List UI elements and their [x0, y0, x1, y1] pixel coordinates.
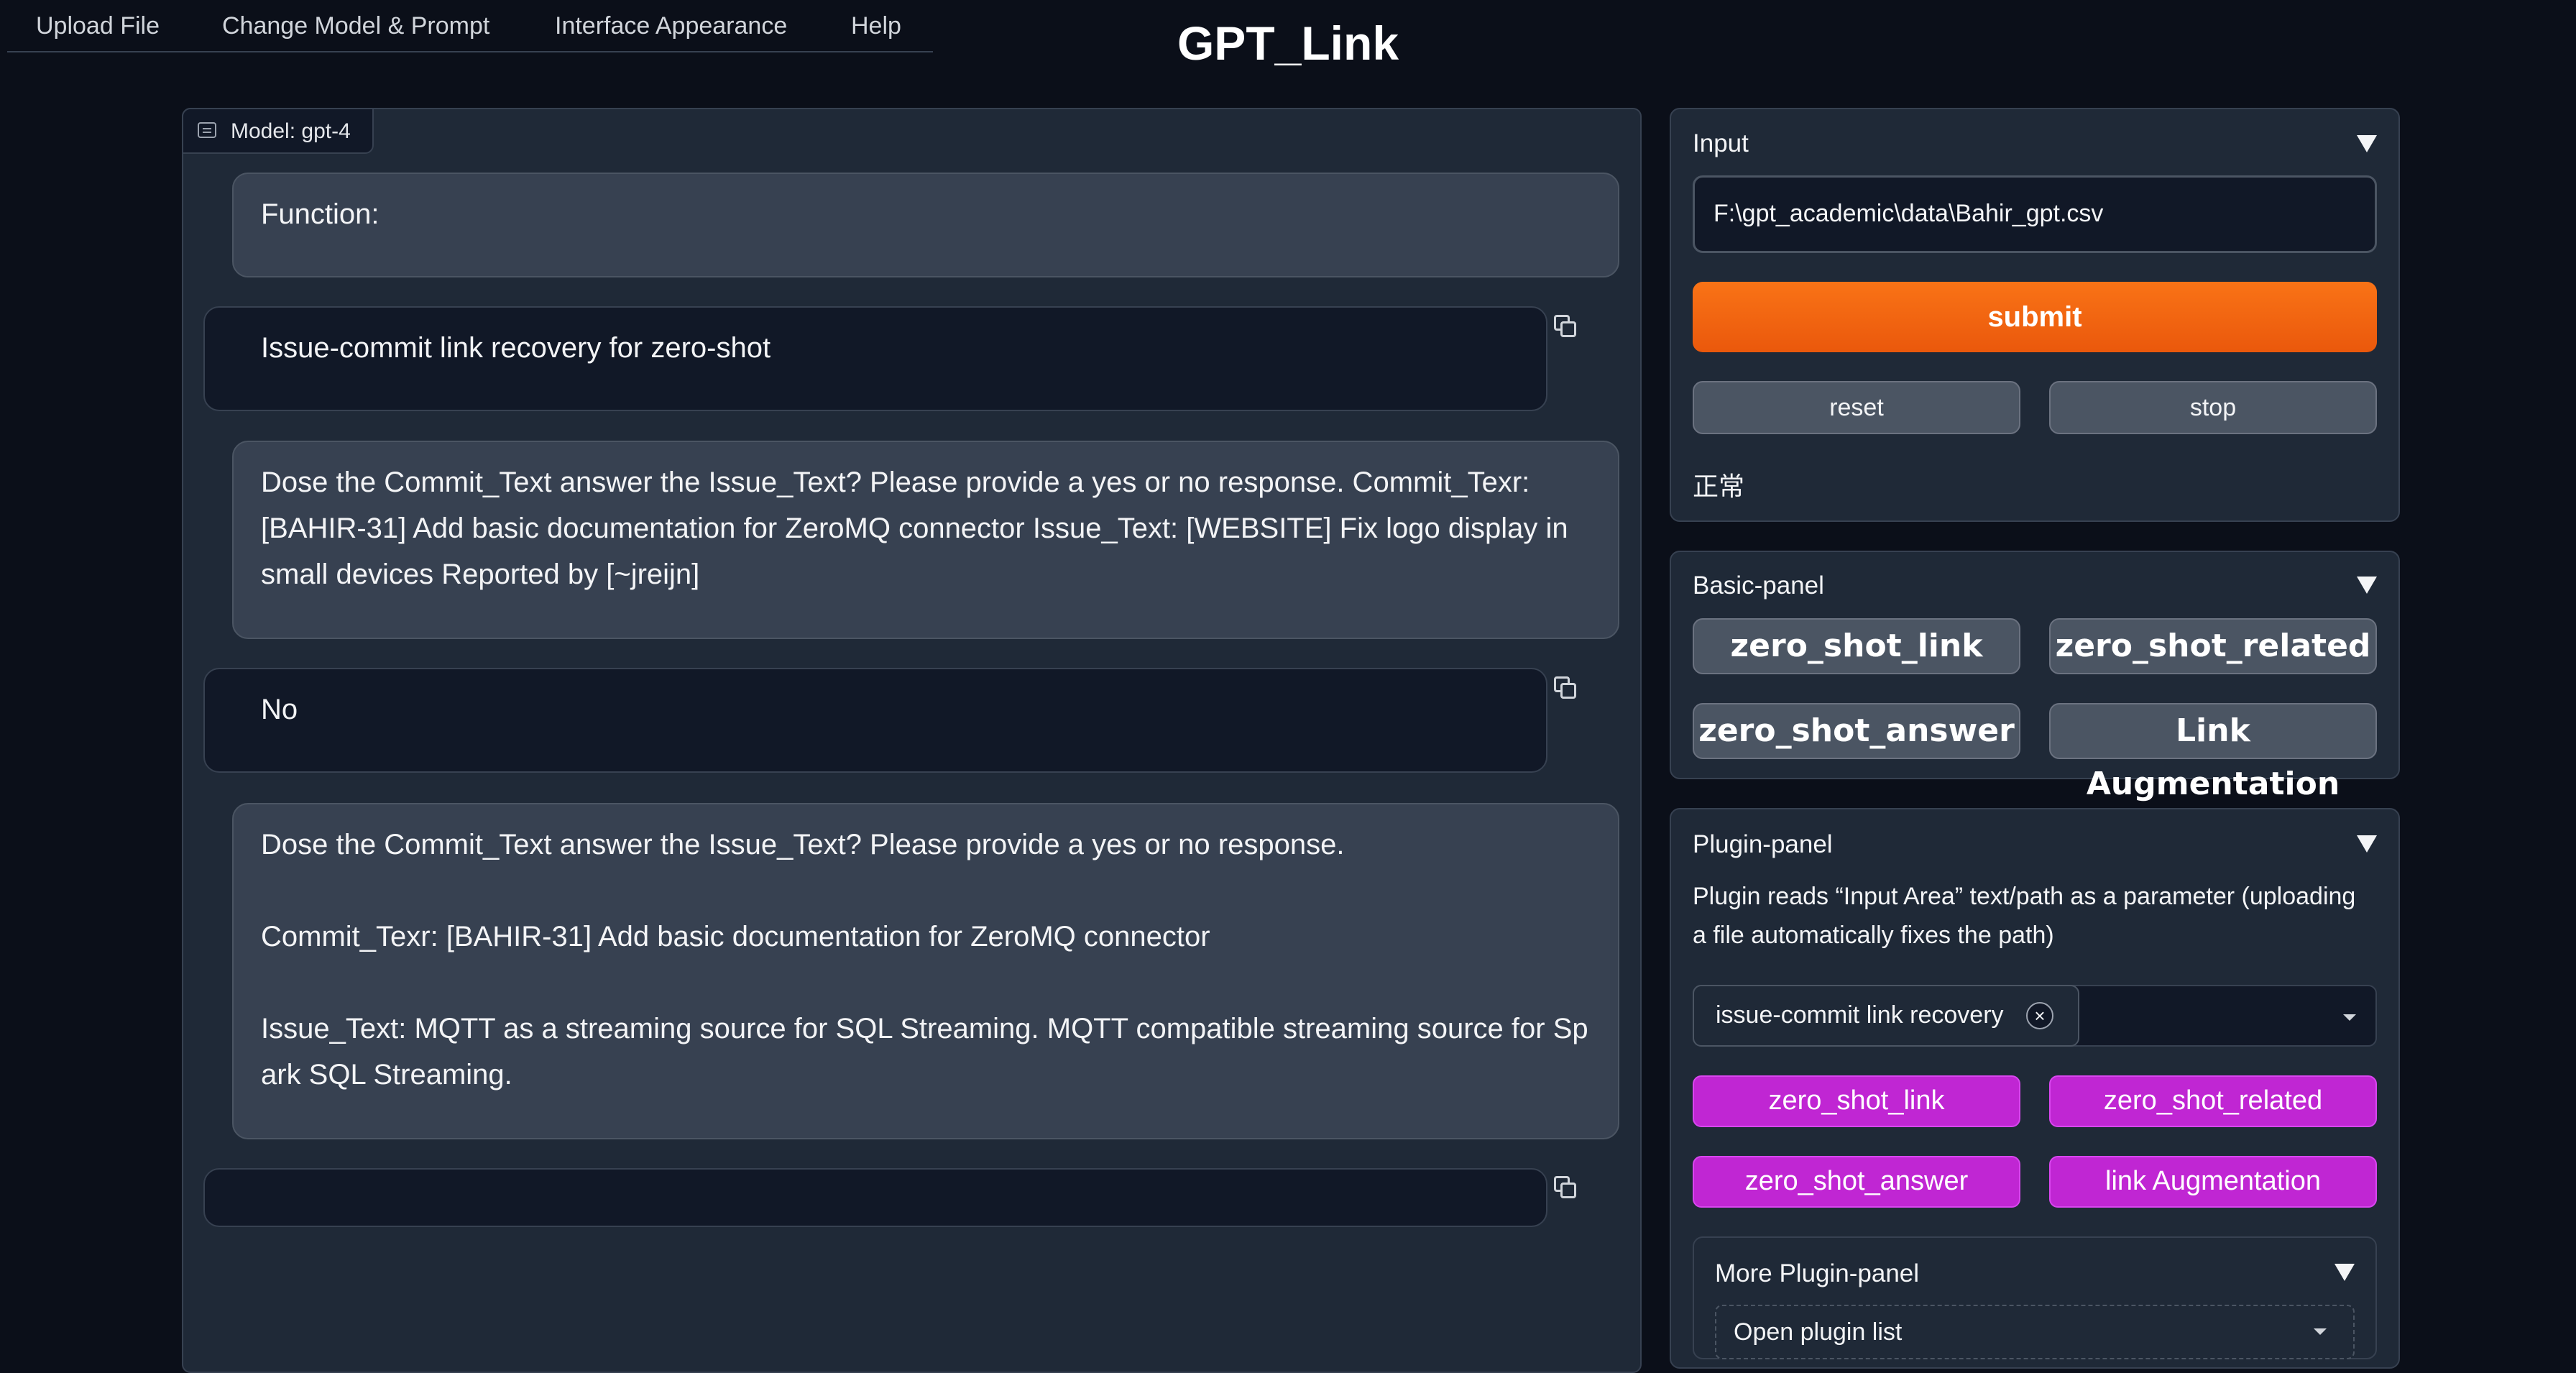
model-label: Model: gpt-4 — [182, 108, 374, 154]
page-title: GPT_Link — [1177, 17, 1399, 70]
bot-message: No — [203, 668, 1547, 773]
collapse-triangle-icon[interactable] — [2357, 835, 2377, 853]
plugin-list-dropdown[interactable]: Open plugin list — [1715, 1305, 2355, 1359]
plugin-zero-shot-answer-button[interactable]: zero_shot_answer — [1693, 1156, 2020, 1208]
submit-button[interactable]: submit — [1693, 282, 2377, 352]
plugin-panel-title: Plugin-panel — [1693, 830, 1833, 858]
plugin-link-augmentation-button[interactable]: link Augmentation — [2049, 1156, 2377, 1208]
message-text: Issue-commit link recovery for zero-shot — [261, 332, 771, 364]
stop-button[interactable]: stop — [2049, 381, 2377, 434]
status-text: 正常 — [1693, 472, 1745, 502]
plugin-zero-shot-link-button[interactable]: zero_shot_link — [1693, 1075, 2020, 1127]
zero-shot-answer-button[interactable]: zero_shot_answer — [1693, 703, 2020, 759]
message-paragraph: Dose the Commit_Text answer the Issue_Te… — [261, 829, 1345, 860]
basic-panel-title: Basic-panel — [1693, 571, 1824, 600]
message-paragraph: Issue_Text: MQTT as a streaming source f… — [261, 1013, 1588, 1090]
collapse-triangle-icon[interactable] — [2334, 1264, 2355, 1281]
link-augmentation-button[interactable]: Link Augmentation — [2049, 703, 2377, 802]
input-panel-title: Input — [1693, 129, 1749, 157]
copy-icon[interactable] — [1551, 1173, 1578, 1200]
chip-label: issue-commit link recovery — [1716, 1001, 2004, 1029]
copy-icon[interactable] — [1551, 674, 1578, 701]
message-text: No — [261, 694, 298, 725]
selected-plugin-chip: issue-commit link recovery — [1693, 985, 2079, 1047]
model-label-text: Model: gpt-4 — [231, 119, 351, 143]
bot-message-pending — [203, 1168, 1547, 1227]
chat-icon — [198, 122, 216, 138]
zero-shot-related-button[interactable]: zero_shot_related — [2049, 618, 2377, 674]
close-icon[interactable]: × — [2026, 1002, 2053, 1029]
collapse-triangle-icon[interactable] — [2357, 135, 2377, 152]
reset-button[interactable]: reset — [1693, 381, 2020, 434]
bot-message: Issue-commit link recovery for zero-shot — [203, 306, 1547, 411]
more-plugin-panel-title: More Plugin-panel — [1715, 1259, 1920, 1287]
collapse-triangle-icon[interactable] — [2357, 577, 2377, 594]
user-message: Dose the Commit_Text answer the Issue_Te… — [232, 441, 1619, 639]
plugin-description: Plugin reads “Input Area” text/path as a… — [1693, 883, 2356, 949]
plugin-zero-shot-related-button[interactable]: zero_shot_related — [2049, 1075, 2377, 1127]
chevron-down-icon[interactable] — [2343, 1014, 2356, 1021]
zero-shot-link-button[interactable]: zero_shot_link — [1693, 618, 2020, 674]
chevron-down-icon[interactable] — [2314, 1328, 2327, 1335]
user-message: Dose the Commit_Text answer the Issue_Te… — [232, 803, 1619, 1139]
plugin-list-dropdown-label: Open plugin list — [1734, 1318, 1903, 1346]
user-message: Function: — [232, 173, 1619, 277]
message-text: Dose the Commit_Text answer the Issue_Te… — [261, 467, 1568, 590]
message-text: Function: — [261, 198, 380, 230]
copy-icon[interactable] — [1551, 312, 1578, 339]
message-paragraph: Commit_Texr: [BAHIR-31] Add basic docume… — [261, 921, 1210, 952]
input-field[interactable]: F:\gpt_academic\data\Bahir_gpt.csv — [1693, 175, 2377, 253]
